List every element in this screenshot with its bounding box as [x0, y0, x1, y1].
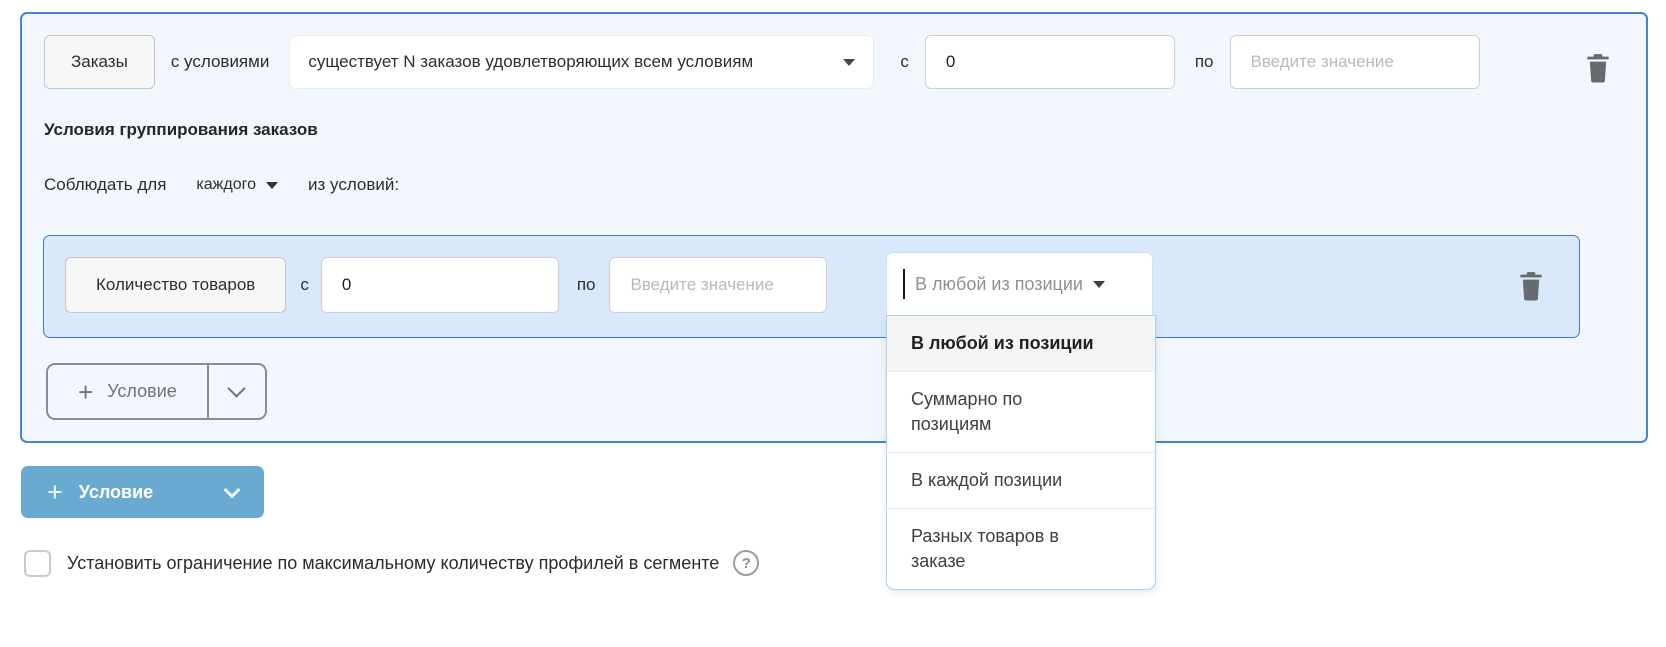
profile-limit-checkbox[interactable] [24, 550, 51, 577]
delete-order-condition-button[interactable] [1585, 53, 1611, 83]
add-item-condition-button[interactable]: + Условие [48, 365, 207, 418]
order-quantifier-value: существует N заказов удовлетворяющих все… [308, 52, 753, 72]
menu-item-label: В любой из позиции [911, 331, 1101, 356]
add-item-condition-split-button: + Условие [46, 363, 267, 420]
to-label: по [577, 275, 596, 295]
order-count-from-input[interactable] [925, 35, 1175, 89]
profile-limit-label: Установить ограничение по максимальному … [67, 553, 719, 574]
menu-item-any-position[interactable]: В любой из позиции [887, 316, 1155, 371]
add-item-condition-dropdown-toggle[interactable] [207, 365, 265, 418]
match-prefix-label: Соблюдать для [44, 175, 166, 195]
trash-icon [1518, 271, 1544, 301]
menu-item-each-position[interactable]: В каждой позиции [887, 452, 1155, 508]
menu-item-label: В каждой позиции [911, 468, 1101, 493]
chevron-down-icon [228, 379, 246, 397]
trash-icon [1585, 53, 1611, 83]
to-label: по [1195, 52, 1214, 72]
delete-item-condition-button[interactable] [1518, 271, 1544, 301]
chevron-down-icon [266, 182, 278, 189]
text-cursor [903, 269, 905, 299]
menu-item-label: Суммарно по позициям [911, 387, 1101, 437]
from-label: с [900, 52, 909, 72]
match-suffix-label: из условий: [308, 175, 399, 195]
plus-icon: + [78, 379, 93, 405]
match-mode-value: каждого [196, 176, 256, 194]
position-scope-menu: В любой из позиции Суммарно по позициям … [886, 315, 1156, 590]
profile-limit-row: Установить ограничение по максимальному … [24, 548, 759, 578]
chevron-down-icon [224, 481, 241, 498]
help-icon[interactable]: ? [733, 550, 759, 576]
order-count-to-input[interactable] [1230, 35, 1480, 89]
menu-item-label: Разных товаров в заказе [911, 524, 1101, 574]
plus-icon: + [47, 479, 63, 506]
segment-condition-editor: Заказы с условиями существует N заказов … [0, 0, 1666, 647]
item-count-to-input[interactable] [609, 257, 827, 313]
item-condition-row: Количество товаров с по [65, 257, 827, 313]
menu-item-distinct-products[interactable]: Разных товаров в заказе [887, 508, 1155, 589]
add-condition-label: Условие [79, 482, 153, 503]
order-quantifier-select[interactable]: существует N заказов удовлетворяющих все… [289, 35, 874, 89]
chevron-down-icon [1093, 281, 1105, 288]
match-mode-row: Соблюдать для каждого из условий: [44, 172, 399, 198]
item-count-from-input[interactable] [321, 257, 559, 313]
add-item-condition-label: Условие [107, 381, 177, 402]
with-conditions-label: с условиями [171, 52, 270, 72]
from-label: с [300, 275, 309, 295]
grouping-conditions-heading: Условия группирования заказов [44, 120, 318, 140]
add-condition-button[interactable]: + Условие [21, 466, 264, 518]
menu-item-sum-positions[interactable]: Суммарно по позициям [887, 371, 1155, 452]
order-condition-row: Заказы с условиями существует N заказов … [44, 34, 1480, 90]
item-type-button[interactable]: Количество товаров [65, 257, 286, 313]
position-scope-value: В любой из позиции [915, 274, 1083, 295]
position-scope-combobox[interactable]: В любой из позиции [886, 252, 1153, 315]
chevron-down-icon [843, 59, 855, 66]
order-type-button[interactable]: Заказы [44, 35, 155, 89]
match-mode-select[interactable]: каждого [196, 176, 278, 194]
